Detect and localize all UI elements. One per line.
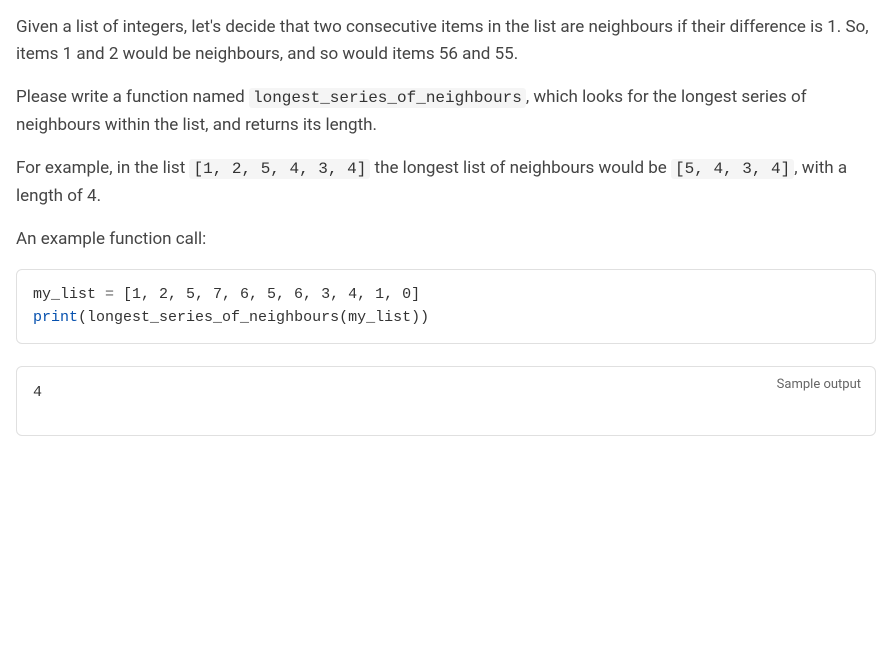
paragraph-intro: Given a list of integers, let's decide t… xyxy=(16,14,876,68)
sample-output-value: 4 xyxy=(33,384,42,401)
text-fragment: the longest list of neighbours would be xyxy=(370,158,671,178)
code-fn-call: longest_series_of_neighbours xyxy=(87,309,339,326)
code-var: my_list xyxy=(33,286,96,303)
sample-output-label: Sample output xyxy=(777,375,861,396)
code-list-literal: [1, 2, 5, 7, 6, 5, 6, 3, 4, 1, 0] xyxy=(123,286,420,303)
paragraph-example-call: An example function call: xyxy=(16,226,876,253)
text-fragment: For example, in the list xyxy=(16,158,189,178)
code-args: (my_list)) xyxy=(339,309,429,326)
code-function-name: longest_series_of_neighbours xyxy=(249,88,526,108)
paragraph-example-desc: For example, in the list [1, 2, 5, 4, 3,… xyxy=(16,155,876,210)
code-paren: ( xyxy=(78,309,87,326)
code-op: = xyxy=(96,286,123,303)
paragraph-task: Please write a function named longest_se… xyxy=(16,84,876,139)
code-list-example-2: [5, 4, 3, 4] xyxy=(671,159,794,179)
code-example-block: my_list = [1, 2, 5, 7, 6, 5, 6, 3, 4, 1,… xyxy=(16,269,876,344)
code-print-keyword: print xyxy=(33,309,78,326)
text-fragment: Please write a function named xyxy=(16,87,249,107)
code-list-example-1: [1, 2, 5, 4, 3, 4] xyxy=(189,159,370,179)
sample-output-block: Sample output 4 xyxy=(16,366,876,436)
